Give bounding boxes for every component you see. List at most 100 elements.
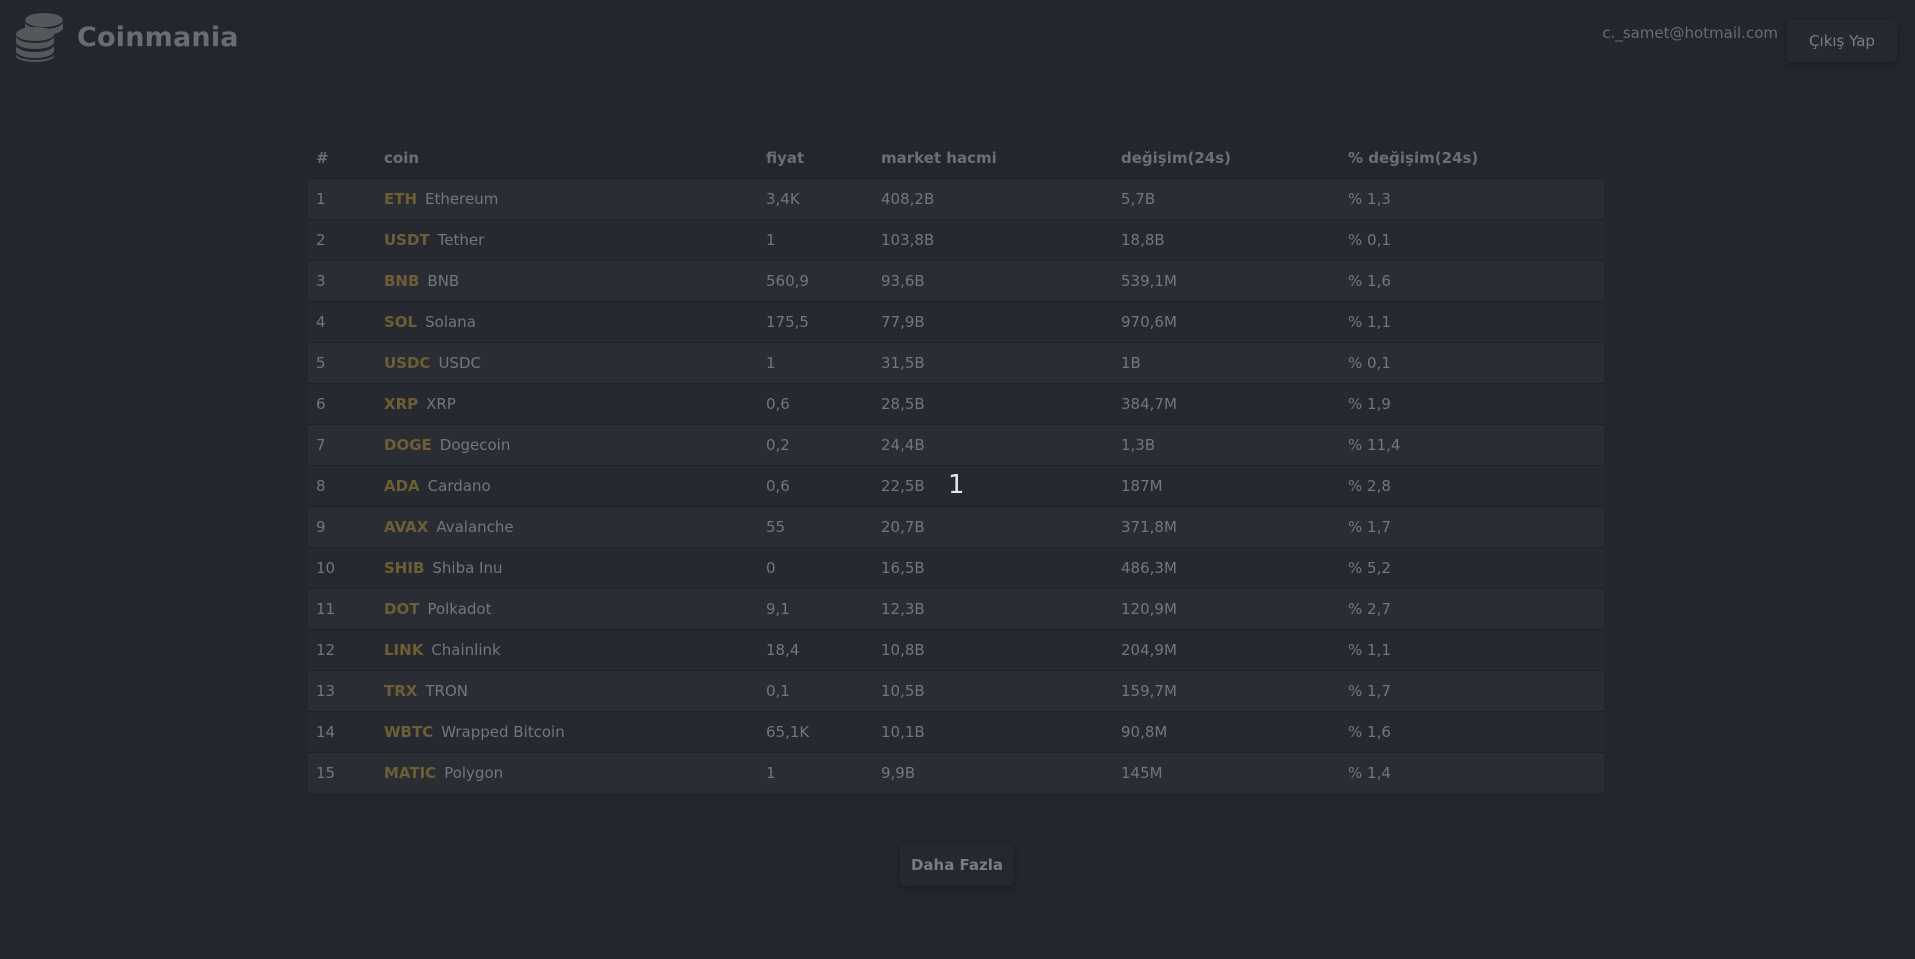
- rank-cell: 12: [308, 629, 376, 671]
- rank-cell: 15: [308, 752, 376, 793]
- logout-button[interactable]: Çıkış Yap: [1787, 20, 1897, 62]
- rank-cell: 14: [308, 711, 376, 753]
- change-cell: 384,7M: [1113, 383, 1340, 425]
- market-cap-cell: 408,2B: [873, 178, 1113, 220]
- table-row[interactable]: 6 XRP XRP 0,6 28,5B 384,7M% 1,9: [308, 383, 1604, 425]
- table-header-row: # coin fiyat market hacmi değişim(24s) %…: [308, 138, 1604, 179]
- market-cap-cell: 28,5B: [873, 383, 1113, 425]
- coin-symbol: DOGE: [384, 436, 432, 454]
- pct-change-cell: % 0,1: [1340, 342, 1604, 384]
- load-more-button[interactable]: Daha Fazla: [900, 844, 1014, 886]
- price-cell: 0,1: [758, 670, 873, 712]
- market-cap-cell: 16,5B: [873, 547, 1113, 589]
- change-cell: 120,9M: [1113, 588, 1340, 630]
- coin-cell[interactable]: ETH Ethereum: [376, 178, 758, 220]
- price-cell: 1: [758, 342, 873, 384]
- pct-change-cell: % 5,2: [1340, 547, 1604, 589]
- pct-change-cell: % 1,7: [1340, 670, 1604, 712]
- table-row[interactable]: 12 LINK Chainlink 18,4 10,8B 204,9M% 1,1: [308, 629, 1604, 671]
- table-row[interactable]: 7 DOGE Dogecoin 0,2 24,4B 1,3B% 11,4: [308, 424, 1604, 466]
- pct-change-cell: % 1,7: [1340, 506, 1604, 548]
- coin-symbol: LINK: [384, 641, 424, 659]
- coin-cell[interactable]: TRX TRON: [376, 670, 758, 712]
- pct-change-cell: % 0,1: [1340, 219, 1604, 261]
- col-header-pct-change[interactable]: % değişim(24s): [1340, 138, 1604, 179]
- coin-cell[interactable]: XRP XRP: [376, 383, 758, 425]
- coin-name: Dogecoin: [439, 436, 511, 454]
- rank-cell: 6: [308, 383, 376, 425]
- price-cell: 9,1: [758, 588, 873, 630]
- price-cell: 0,6: [758, 465, 873, 507]
- pct-change-cell: % 2,7: [1340, 588, 1604, 630]
- coin-name: Polkadot: [427, 600, 492, 618]
- coin-name: Tether: [437, 231, 485, 249]
- coin-symbol: SHIB: [384, 559, 425, 577]
- brand[interactable]: Coinmania: [15, 12, 239, 62]
- coin-cell[interactable]: ADA Cardano: [376, 465, 758, 507]
- coin-cell[interactable]: MATIC Polygon: [376, 752, 758, 793]
- coin-cell[interactable]: WBTC Wrapped Bitcoin: [376, 711, 758, 753]
- change-cell: 1B: [1113, 342, 1340, 384]
- pct-change-cell: % 1,1: [1340, 301, 1604, 343]
- col-header-market-cap[interactable]: market hacmi: [873, 138, 1113, 179]
- table-row[interactable]: 3 BNB BNB 560,9 93,6B 539,1M% 1,6: [308, 260, 1604, 302]
- page: Coinmania c._samet@hotmail.com Çıkış Yap…: [0, 0, 1915, 959]
- change-cell: 18,8B: [1113, 219, 1340, 261]
- rank-cell: 5: [308, 342, 376, 384]
- table-row[interactable]: 15 MATIC Polygon 1 9,9B 145M% 1,4: [308, 752, 1604, 793]
- table-row[interactable]: 1 ETH Ethereum 3,4K 408,2B 5,7B% 1,3: [308, 178, 1604, 220]
- coin-cell[interactable]: SHIB Shiba Inu: [376, 547, 758, 589]
- col-header-rank[interactable]: #: [308, 138, 376, 179]
- table-row[interactable]: 5 USDC USDC 1 31,5B 1B% 0,1: [308, 342, 1604, 384]
- pct-change-cell: % 1,3: [1340, 178, 1604, 220]
- coin-stack-icon: [16, 13, 63, 62]
- rank-cell: 1: [308, 178, 376, 220]
- table-row[interactable]: 9 AVAX Avalanche 55 20,7B 371,8M% 1,7: [308, 506, 1604, 548]
- coin-name: Avalanche: [436, 518, 514, 536]
- coin-symbol: WBTC: [384, 723, 434, 741]
- brand-name: Coinmania: [77, 21, 239, 53]
- coin-symbol: USDC: [384, 354, 431, 372]
- coin-cell[interactable]: USDC USDC: [376, 342, 758, 384]
- coin-cell[interactable]: DOT Polkadot: [376, 588, 758, 630]
- coin-cell[interactable]: AVAX Avalanche: [376, 506, 758, 548]
- rank-cell: 9: [308, 506, 376, 548]
- change-cell: 145M: [1113, 752, 1340, 793]
- table-row[interactable]: 2 USDT Tether 1 103,8B 18,8B% 0,1: [308, 219, 1604, 261]
- price-cell: 0,2: [758, 424, 873, 466]
- rank-cell: 3: [308, 260, 376, 302]
- coin-cell[interactable]: SOL Solana: [376, 301, 758, 343]
- table-row[interactable]: 4 SOL Solana 175,5 77,9B 970,6M% 1,1: [308, 301, 1604, 343]
- market-cap-cell: 10,1B: [873, 711, 1113, 753]
- coin-name: Wrapped Bitcoin: [441, 723, 565, 741]
- coin-symbol: MATIC: [384, 764, 437, 782]
- table-row[interactable]: 10 SHIB Shiba Inu 0 16,5B 486,3M% 5,2: [308, 547, 1604, 589]
- market-cap-cell: 31,5B: [873, 342, 1113, 384]
- change-cell: 187M: [1113, 465, 1340, 507]
- coin-symbol: USDT: [384, 231, 430, 249]
- change-cell: 371,8M: [1113, 506, 1340, 548]
- coin-cell[interactable]: LINK Chainlink: [376, 629, 758, 671]
- change-cell: 539,1M: [1113, 260, 1340, 302]
- pct-change-cell: % 2,8: [1340, 465, 1604, 507]
- overlay-number: 1: [948, 470, 965, 500]
- col-header-coin[interactable]: coin: [376, 138, 758, 179]
- coin-cell[interactable]: BNB BNB: [376, 260, 758, 302]
- table-row[interactable]: 14 WBTC Wrapped Bitcoin 65,1K 10,1B 90,8M% 1,…: [308, 711, 1604, 753]
- table-row[interactable]: 11 DOT Polkadot 9,1 12,3B 120,9M% 2,7: [308, 588, 1604, 630]
- price-cell: 18,4: [758, 629, 873, 671]
- market-cap-cell: 10,5B: [873, 670, 1113, 712]
- coin-cell[interactable]: DOGE Dogecoin: [376, 424, 758, 466]
- coin-symbol: AVAX: [384, 518, 429, 536]
- coin-symbol: SOL: [384, 313, 418, 331]
- rank-cell: 2: [308, 219, 376, 261]
- change-cell: 90,8M: [1113, 711, 1340, 753]
- coin-cell[interactable]: USDT Tether: [376, 219, 758, 261]
- coin-name: USDC: [438, 354, 481, 372]
- table-row[interactable]: 13 TRX TRON 0,1 10,5B 159,7M% 1,7: [308, 670, 1604, 712]
- change-cell: 970,6M: [1113, 301, 1340, 343]
- col-header-price[interactable]: fiyat: [758, 138, 873, 179]
- coin-symbol: ADA: [384, 477, 420, 495]
- col-header-change[interactable]: değişim(24s): [1113, 138, 1340, 179]
- price-cell: 175,5: [758, 301, 873, 343]
